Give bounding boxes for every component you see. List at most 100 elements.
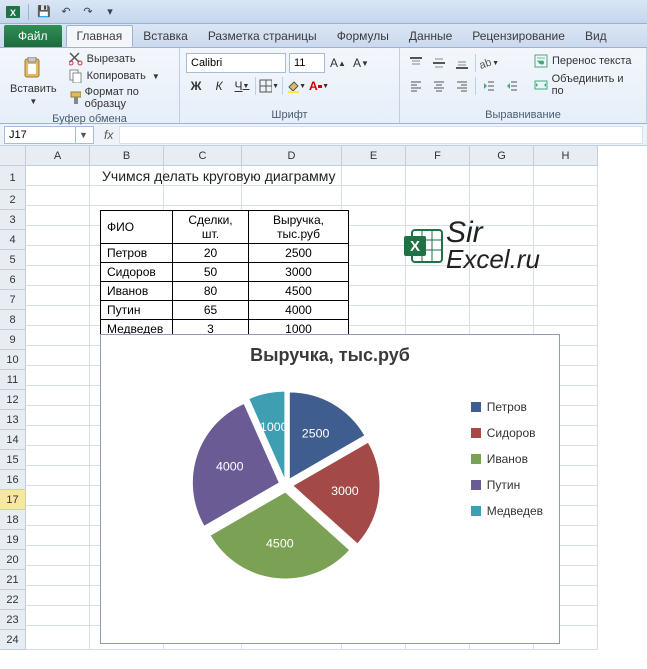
row-header-11[interactable]: 11 bbox=[0, 370, 26, 390]
cell-A4[interactable] bbox=[26, 566, 90, 586]
table-header-row[interactable]: ФИО Сделки, шт. Выручка, тыс.руб bbox=[101, 211, 349, 244]
cell-H21[interactable] bbox=[534, 226, 598, 246]
pie-plot-area[interactable]: 25003000450040001000 bbox=[181, 380, 391, 590]
tab-page-layout[interactable]: Разметка страницы bbox=[198, 25, 327, 47]
bold-button[interactable]: Ж bbox=[186, 76, 206, 96]
paste-button[interactable]: Вставить ▼ bbox=[6, 55, 61, 108]
legend-item[interactable]: Путин bbox=[471, 478, 543, 492]
name-box[interactable]: ▼ bbox=[4, 126, 94, 144]
data-table[interactable]: ФИО Сделки, шт. Выручка, тыс.руб Петров2… bbox=[100, 210, 349, 339]
cell-A24[interactable] bbox=[26, 166, 90, 186]
cell-E21[interactable] bbox=[342, 226, 406, 246]
cell-A12[interactable] bbox=[26, 406, 90, 426]
row-header-17[interactable]: 17 bbox=[0, 490, 26, 510]
cell-G23[interactable] bbox=[470, 186, 534, 206]
row-header-1[interactable]: 1 bbox=[0, 166, 26, 190]
row-header-7[interactable]: 7 bbox=[0, 290, 26, 310]
decrease-indent-button[interactable] bbox=[479, 76, 499, 96]
header-name[interactable]: ФИО bbox=[101, 211, 173, 244]
cell-A14[interactable] bbox=[26, 366, 90, 386]
row-header-16[interactable]: 16 bbox=[0, 470, 26, 490]
cut-button[interactable]: Вырезать bbox=[65, 51, 173, 67]
row-header-6[interactable]: 6 bbox=[0, 270, 26, 290]
file-tab[interactable]: Файл bbox=[4, 25, 62, 47]
cell-F23[interactable] bbox=[406, 186, 470, 206]
cell-F17[interactable] bbox=[406, 306, 470, 326]
cell-A9[interactable] bbox=[26, 466, 90, 486]
undo-button[interactable]: ↶ bbox=[57, 3, 75, 21]
increase-indent-button[interactable] bbox=[502, 76, 522, 96]
cell-H22[interactable] bbox=[534, 206, 598, 226]
cell-H23[interactable] bbox=[534, 186, 598, 206]
tab-home[interactable]: Главная bbox=[66, 25, 134, 47]
italic-button[interactable]: К bbox=[209, 76, 229, 96]
cell-H17[interactable] bbox=[534, 306, 598, 326]
table-row[interactable]: Путин654000 bbox=[101, 301, 349, 320]
formula-input[interactable] bbox=[119, 126, 643, 144]
sheet-title-cell[interactable]: Учимся делать круговую диаграмму bbox=[102, 168, 336, 184]
row-header-9[interactable]: 9 bbox=[0, 330, 26, 350]
cell-A19[interactable] bbox=[26, 266, 90, 286]
align-right-button[interactable] bbox=[452, 76, 472, 96]
row-header-13[interactable]: 13 bbox=[0, 410, 26, 430]
table-row[interactable]: Сидоров503000 bbox=[101, 263, 349, 282]
header-revenue[interactable]: Выручка, тыс.руб bbox=[249, 211, 349, 244]
row-header-22[interactable]: 22 bbox=[0, 590, 26, 610]
col-header-D[interactable]: D bbox=[242, 146, 342, 166]
row-header-21[interactable]: 21 bbox=[0, 570, 26, 590]
cell-H18[interactable] bbox=[534, 286, 598, 306]
row-header-12[interactable]: 12 bbox=[0, 390, 26, 410]
cell-A22[interactable] bbox=[26, 206, 90, 226]
row-header-15[interactable]: 15 bbox=[0, 450, 26, 470]
row-header-20[interactable]: 20 bbox=[0, 550, 26, 570]
cell-H20[interactable] bbox=[534, 246, 598, 266]
row-header-14[interactable]: 14 bbox=[0, 430, 26, 450]
row-header-5[interactable]: 5 bbox=[0, 250, 26, 270]
cell-H19[interactable] bbox=[534, 266, 598, 286]
cell-A17[interactable] bbox=[26, 306, 90, 326]
cell-A7[interactable] bbox=[26, 506, 90, 526]
cell-A3[interactable] bbox=[26, 586, 90, 606]
cell-A11[interactable] bbox=[26, 426, 90, 446]
select-all-corner[interactable] bbox=[0, 146, 26, 166]
row-header-24[interactable]: 24 bbox=[0, 630, 26, 650]
cell-A5[interactable] bbox=[26, 546, 90, 566]
cell-E20[interactable] bbox=[342, 246, 406, 266]
cell-D23[interactable] bbox=[242, 186, 342, 206]
borders-button[interactable]: ▼ bbox=[259, 76, 279, 96]
align-top-button[interactable] bbox=[406, 53, 426, 73]
chart-title[interactable]: Выручка, тыс.руб bbox=[101, 335, 559, 370]
cell-E17[interactable] bbox=[342, 306, 406, 326]
tab-insert[interactable]: Вставка bbox=[133, 25, 198, 47]
cell-G24[interactable] bbox=[470, 166, 534, 186]
cell-G17[interactable] bbox=[470, 306, 534, 326]
tab-data[interactable]: Данные bbox=[399, 25, 462, 47]
legend-item[interactable]: Медведев bbox=[471, 504, 543, 518]
row-header-10[interactable]: 10 bbox=[0, 350, 26, 370]
underline-button[interactable]: Ч▼ bbox=[232, 76, 252, 96]
merge-center-button[interactable]: Объединить и по bbox=[530, 72, 640, 98]
col-header-C[interactable]: C bbox=[164, 146, 242, 166]
worksheet-grid[interactable]: ABCDEFGH 1234567891011121314151617181920… bbox=[0, 146, 647, 669]
align-middle-button[interactable] bbox=[429, 53, 449, 73]
row-header-3[interactable]: 3 bbox=[0, 210, 26, 230]
col-header-B[interactable]: B bbox=[90, 146, 164, 166]
cell-A16[interactable] bbox=[26, 326, 90, 346]
font-name-combo[interactable] bbox=[186, 53, 286, 73]
cell-A8[interactable] bbox=[26, 486, 90, 506]
cell-B23[interactable] bbox=[90, 186, 164, 206]
chart-legend[interactable]: ПетровСидоровИвановПутинМедведев bbox=[471, 400, 543, 518]
cells-area[interactable]: Учимся делать круговую диаграмму ФИО Сде… bbox=[26, 166, 647, 669]
grow-font-button[interactable]: A▲ bbox=[328, 53, 348, 73]
format-painter-button[interactable]: Формат по образцу bbox=[65, 85, 173, 111]
save-button[interactable]: 💾 bbox=[35, 3, 53, 21]
row-header-2[interactable]: 2 bbox=[0, 190, 26, 210]
column-headers[interactable]: ABCDEFGH bbox=[26, 146, 647, 166]
tab-view[interactable]: Вид bbox=[575, 25, 617, 47]
fill-color-button[interactable]: ▼ bbox=[286, 76, 306, 96]
redo-button[interactable]: ↷ bbox=[79, 3, 97, 21]
col-header-G[interactable]: G bbox=[470, 146, 534, 166]
row-headers[interactable]: 123456789101112131415161718192021222324 bbox=[0, 166, 26, 650]
row-header-4[interactable]: 4 bbox=[0, 230, 26, 250]
tab-formulas[interactable]: Формулы bbox=[327, 25, 399, 47]
